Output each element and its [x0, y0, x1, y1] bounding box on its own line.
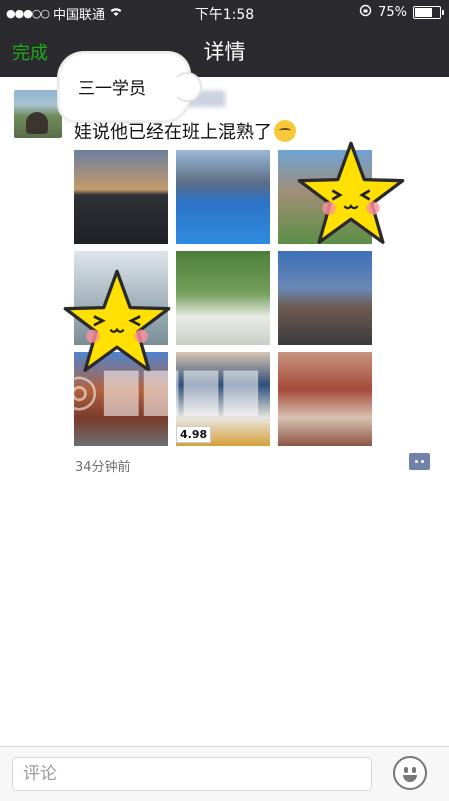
avatar[interactable] — [14, 90, 62, 138]
post-text-content: 娃说他已经在班上混熟了 — [74, 122, 272, 143]
star-sticker-icon — [296, 140, 406, 250]
smirk-face-icon — [274, 120, 296, 142]
price-tag: 4.98 — [176, 426, 212, 443]
watermark: ◎▇▇▇▇ — [60, 365, 264, 416]
rotation-lock-icon — [359, 4, 372, 21]
photo-sunset-child[interactable] — [74, 150, 168, 244]
status-right: 75% — [359, 4, 444, 21]
photo-trees-wall[interactable] — [176, 251, 270, 345]
photo-apartment-building[interactable] — [278, 251, 372, 345]
comment-bar — [0, 746, 449, 801]
star-sticker-icon — [62, 268, 172, 378]
battery-icon — [413, 6, 444, 19]
comment-input[interactable] — [12, 757, 372, 791]
post-text: 娃说他已经在班上混熟了 — [74, 118, 296, 144]
sticker-label: 三一学员 — [78, 79, 146, 99]
photo-swimming-pool[interactable] — [176, 150, 270, 244]
emoji-button-icon[interactable] — [393, 756, 427, 790]
status-bar: ●●●○○ 中国联通 下午1:58 75% — [0, 0, 449, 25]
battery-percent: 75% — [378, 5, 407, 20]
comment-action-icon[interactable] — [409, 453, 430, 470]
emoji-mouth — [403, 775, 417, 782]
battery-fill — [415, 8, 432, 17]
avatar-figure — [26, 112, 48, 134]
post-timestamp: 34分钟前 — [75, 460, 131, 475]
